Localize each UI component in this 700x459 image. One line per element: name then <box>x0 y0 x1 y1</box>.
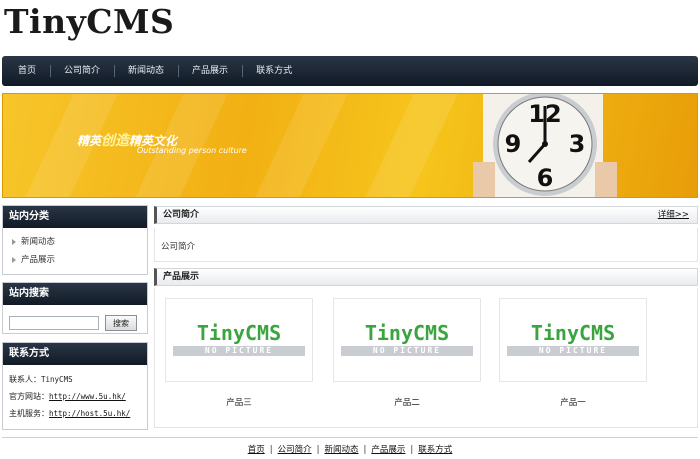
footer-link-products[interactable]: 产品展示 <box>371 445 405 455</box>
banner-subtitle: Outstanding person culture <box>137 146 247 155</box>
category-item-products[interactable]: 产品展示 <box>9 251 141 269</box>
footer-divider <box>2 437 698 438</box>
category-box: 站内分类 新闻动态 产品展示 <box>2 205 148 275</box>
footer-link-about[interactable]: 公司简介 <box>278 445 312 455</box>
products-header: 产品展示 <box>154 268 698 286</box>
clock-illustration: 12 9 3 6 <box>473 94 617 197</box>
site-logo[interactable]: TinyCMS <box>4 2 174 41</box>
product-card[interactable]: TinyCMS NO PICTURE 产品二 <box>333 298 481 408</box>
footer-links: 首页 | 公司简介 | 新闻动态 | 产品展示 | 联系方式 <box>247 445 453 455</box>
intro-header: 公司简介 详细>> <box>154 206 698 224</box>
product-image-placeholder[interactable]: TinyCMS NO PICTURE <box>165 298 313 382</box>
contact-box: 联系方式 联系人：TinyCMS 官方网站：http://www.5u.hk/ … <box>2 342 148 430</box>
svg-text:3: 3 <box>569 130 586 158</box>
products-title: 产品展示 <box>163 272 200 282</box>
product-name[interactable]: 产品三 <box>165 396 313 408</box>
contact-host: 主机服务：http://host.5u.hk/ <box>9 409 131 418</box>
nav-item-contact[interactable]: 联系方式 <box>242 56 306 86</box>
intro-title: 公司简介 <box>163 210 200 220</box>
host-link[interactable]: http://host.5u.hk/ <box>49 409 130 418</box>
svg-text:6: 6 <box>537 164 554 192</box>
product-name[interactable]: 产品一 <box>499 396 647 408</box>
product-image-placeholder[interactable]: TinyCMS NO PICTURE <box>499 298 647 382</box>
intro-more-link[interactable]: 详细>> <box>658 207 689 223</box>
search-button[interactable]: 搜索 <box>105 315 137 331</box>
category-item-news[interactable]: 新闻动态 <box>9 233 141 251</box>
footer-link-contact[interactable]: 联系方式 <box>418 445 452 455</box>
website-link[interactable]: http://www.5u.hk/ <box>49 392 126 401</box>
hero-banner: 精英创造精英文化 Outstanding person culture 12 9… <box>2 93 698 198</box>
main-nav: 首页 公司简介 新闻动态 产品展示 联系方式 <box>2 56 698 86</box>
nav-item-about[interactable]: 公司简介 <box>50 56 114 86</box>
product-card[interactable]: TinyCMS NO PICTURE 产品一 <box>499 298 647 408</box>
nav-item-news[interactable]: 新闻动态 <box>114 56 178 86</box>
footer-link-home[interactable]: 首页 <box>248 445 265 455</box>
product-name[interactable]: 产品二 <box>333 396 481 408</box>
svg-text:9: 9 <box>505 130 522 158</box>
contact-person: 联系人：TinyCMS <box>9 375 73 384</box>
nav-item-products[interactable]: 产品展示 <box>178 56 242 86</box>
contact-website: 官方网站：http://www.5u.hk/ <box>9 392 126 401</box>
search-title: 站内搜索 <box>3 283 147 305</box>
product-grid: TinyCMS NO PICTURE 产品三 TinyCMS NO PICTUR… <box>154 288 698 428</box>
contact-title: 联系方式 <box>3 343 147 365</box>
footer-link-news[interactable]: 新闻动态 <box>324 445 358 455</box>
search-box: 站内搜索 搜索 <box>2 282 148 334</box>
category-title: 站内分类 <box>3 206 147 228</box>
search-input[interactable] <box>9 316 99 330</box>
product-card[interactable]: TinyCMS NO PICTURE 产品三 <box>165 298 313 408</box>
nav-item-home[interactable]: 首页 <box>4 56 50 86</box>
product-image-placeholder[interactable]: TinyCMS NO PICTURE <box>333 298 481 382</box>
intro-body: 公司简介 <box>154 228 698 262</box>
